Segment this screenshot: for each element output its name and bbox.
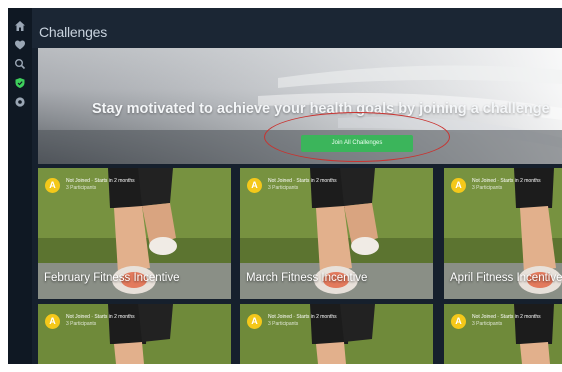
card-title: February Fitness Incentive: [44, 272, 180, 284]
heart-icon[interactable]: [14, 39, 26, 51]
join-all-challenges-button[interactable]: Join All Challenges: [301, 135, 413, 152]
card-status: Not Joined · Starts in 2 months: [66, 314, 135, 320]
card-status: Not Joined · Starts in 2 months: [472, 314, 541, 320]
challenge-card[interactable]: A Not Joined · Starts in 2 months 3 Part…: [240, 304, 433, 364]
card-image-runner: [240, 304, 433, 364]
home-icon[interactable]: [14, 20, 26, 32]
status-avatar: A: [247, 178, 262, 193]
card-participants: 3 Participants: [268, 321, 299, 327]
header-bar: Challenges: [32, 8, 562, 48]
card-status: Not Joined · Starts in 2 months: [66, 178, 135, 184]
app-window: Challenges Stay motivated to achieve you…: [8, 8, 562, 364]
card-image-runner: [38, 304, 231, 364]
page-title: Challenges: [39, 24, 108, 40]
card-image-runner: [444, 304, 562, 364]
card-participants: 3 Participants: [66, 321, 97, 327]
card-title: April Fitness Incentive: [450, 272, 562, 284]
sidebar: [8, 8, 32, 364]
card-participants: 3 Participants: [268, 185, 299, 191]
search-icon[interactable]: [14, 58, 26, 70]
shield-icon[interactable]: [14, 77, 26, 89]
status-avatar: A: [247, 314, 262, 329]
card-status: Not Joined · Starts in 2 months: [268, 314, 337, 320]
hero-banner: Stay motivated to achieve your health go…: [38, 48, 562, 164]
settings-icon[interactable]: [14, 96, 26, 108]
card-participants: 3 Participants: [472, 321, 503, 327]
card-title: March Fitness Incentive: [246, 272, 368, 284]
card-status: Not Joined · Starts in 2 months: [268, 178, 337, 184]
challenge-card[interactable]: A Not Joined · Starts in 2 months 3 Part…: [38, 304, 231, 364]
status-avatar: A: [45, 178, 60, 193]
challenge-card[interactable]: A Not Joined · Starts in 2 months 3 Part…: [444, 168, 562, 299]
status-avatar: A: [451, 178, 466, 193]
challenge-card[interactable]: A Not Joined · Starts in 2 months 3 Part…: [38, 168, 231, 299]
status-avatar: A: [451, 314, 466, 329]
card-status: Not Joined · Starts in 2 months: [472, 178, 541, 184]
card-participants: 3 Participants: [472, 185, 503, 191]
challenge-card[interactable]: A Not Joined · Starts in 2 months 3 Part…: [240, 168, 433, 299]
hero-headline: Stay motivated to achieve your health go…: [92, 101, 550, 117]
status-avatar: A: [45, 314, 60, 329]
challenge-card[interactable]: A Not Joined · Starts in 2 months 3 Part…: [444, 304, 562, 364]
card-participants: 3 Participants: [66, 185, 97, 191]
